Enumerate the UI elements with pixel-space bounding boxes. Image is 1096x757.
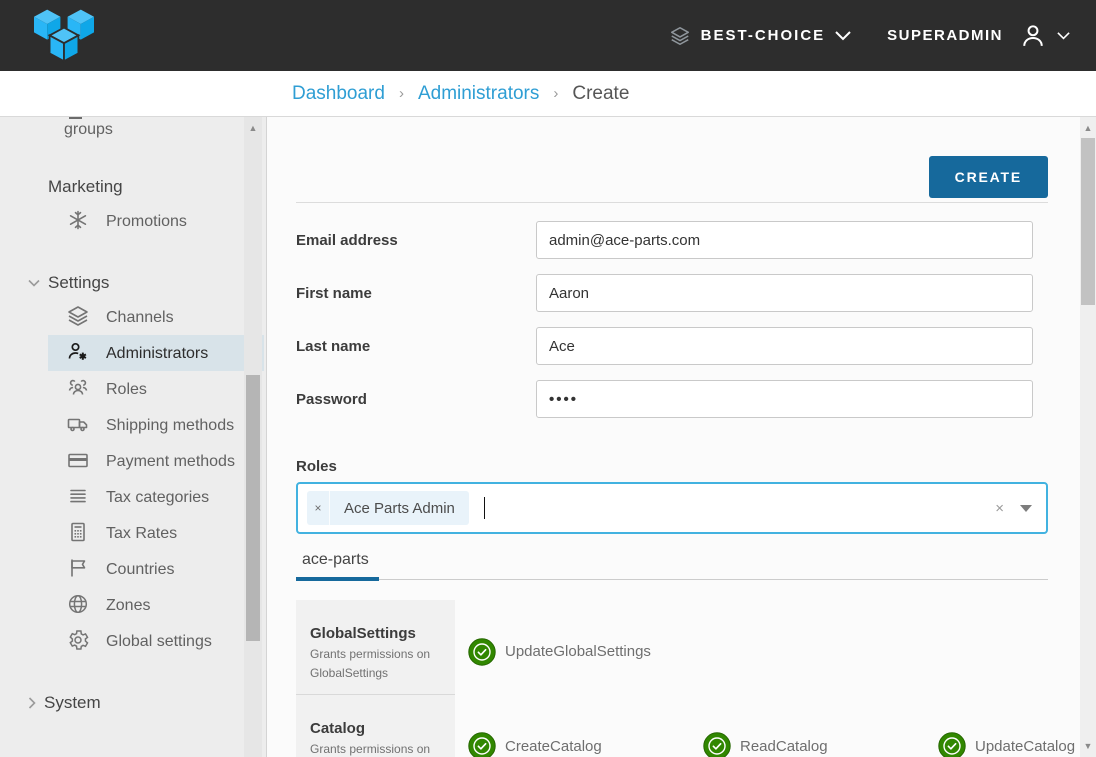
sidebar-item-administrators[interactable]: Administrators [48, 335, 264, 371]
last-name-field[interactable] [536, 327, 1033, 365]
list-icon [66, 484, 90, 508]
breadcrumb-dashboard[interactable]: Dashboard [292, 83, 385, 105]
checked-toggle-icon[interactable] [938, 732, 966, 757]
role-chip: × Ace Parts Admin [307, 491, 469, 525]
sidebar-item-zones[interactable]: Zones [48, 587, 264, 623]
sidebar-section-settings[interactable]: Settings [28, 273, 266, 293]
sidebar-item-tax-categories[interactable]: Tax categories [48, 479, 264, 515]
chevron-down-icon [1057, 32, 1070, 40]
first-name-label: First name [296, 285, 536, 302]
create-button[interactable]: CREATE [929, 156, 1048, 198]
layers-icon [669, 25, 691, 47]
sidebar-item-payment-methods[interactable]: Payment methods [48, 443, 264, 479]
administrator-form: Email address First name Last name Passw… [296, 221, 1048, 418]
sidebar-item-roles[interactable]: Roles [48, 371, 264, 407]
checked-toggle-icon[interactable] [703, 732, 731, 757]
users-icon-clipped [69, 117, 82, 119]
users-icon [66, 376, 90, 400]
roles-multiselect[interactable]: × Ace Parts Admin × [296, 482, 1048, 534]
permission-updatecatalog: UpdateCatalog [938, 723, 1075, 757]
breadcrumb: Dashboard › Administrators › Create [292, 83, 629, 105]
channel-tabs: ace-parts [296, 547, 1048, 580]
top-bar: BEST-CHOICE SUPERADMIN [0, 0, 1096, 71]
chevron-down-icon [28, 279, 40, 287]
clear-selection-icon[interactable]: × [995, 500, 1004, 517]
sidebar-item-global-settings[interactable]: Global settings [48, 623, 264, 659]
sidebar-nav: groups Marketing Promotions Settings Cha… [0, 117, 267, 757]
permission-row-catalog: Catalog Grants permissions on Products, … [296, 695, 1048, 757]
breadcrumb-separator: › [399, 85, 404, 102]
scroll-down-icon[interactable]: ▼ [1080, 741, 1096, 751]
truck-icon [66, 412, 90, 436]
sidebar-scrollbar: ▲ [244, 117, 262, 757]
sidebar-section-marketing[interactable]: Marketing [48, 177, 266, 197]
role-chip-label: Ace Parts Admin [330, 491, 469, 525]
credit-card-icon [66, 448, 90, 472]
tab-ace-parts[interactable]: ace-parts [296, 547, 379, 581]
chip-remove-icon[interactable]: × [307, 491, 330, 525]
breadcrumb-separator: › [553, 85, 558, 102]
permission-group-header: Catalog Grants permissions on Products, … [296, 695, 455, 757]
password-label: Password [296, 391, 536, 408]
last-name-label: Last name [296, 338, 536, 355]
first-name-field[interactable] [536, 274, 1033, 312]
permissions-table: GlobalSettings Grants permissions on Glo… [296, 600, 1048, 757]
user-gear-icon [66, 340, 90, 364]
divider [296, 202, 1048, 203]
channel-label: BEST-CHOICE [701, 27, 826, 44]
gear-icon [66, 628, 90, 652]
permission-readcatalog: ReadCatalog [703, 723, 938, 757]
chevron-down-icon [835, 31, 851, 41]
breadcrumb-current: Create [572, 83, 629, 105]
scroll-up-icon[interactable]: ▲ [244, 123, 262, 133]
roles-label: Roles [296, 458, 1048, 475]
permission-updateglobalsettings: UpdateGlobalSettings [468, 628, 651, 675]
sidebar-section-system[interactable]: System [28, 693, 266, 713]
sidebar-scrollbar-thumb[interactable] [246, 375, 260, 641]
main-content: CREATE Email address First name Last nam… [267, 117, 1096, 757]
user-menu[interactable]: SUPERADMIN [887, 22, 1070, 50]
sidebar-item-promotions[interactable]: Promotions [48, 203, 264, 239]
permission-row-globalsettings: GlobalSettings Grants permissions on Glo… [296, 600, 1048, 695]
dropdown-caret-icon[interactable] [1020, 505, 1032, 512]
sidebar-item-countries[interactable]: Countries [48, 551, 264, 587]
checked-toggle-icon[interactable] [468, 638, 496, 666]
globe-icon [66, 592, 90, 616]
sidebar-item-customer-groups-clipped[interactable]: groups [66, 117, 266, 143]
user-label: SUPERADMIN [887, 27, 1003, 44]
sidebar-item-tax-rates[interactable]: Tax Rates [48, 515, 264, 551]
chevron-right-icon [28, 697, 36, 709]
flag-icon [66, 556, 90, 580]
page-header: Dashboard › Administrators › Create [0, 71, 1096, 117]
permission-group-header: GlobalSettings Grants permissions on Glo… [296, 600, 455, 695]
email-address-field[interactable] [536, 221, 1033, 259]
scroll-up-icon[interactable]: ▲ [1080, 123, 1096, 133]
channel-switcher[interactable]: BEST-CHOICE [669, 25, 852, 47]
main-scrollbar-thumb[interactable] [1081, 138, 1095, 305]
text-cursor [484, 497, 485, 519]
vendure-logo-icon[interactable] [28, 7, 100, 65]
user-icon [1019, 22, 1047, 50]
sidebar-item-channels[interactable]: Channels [48, 299, 264, 335]
main-scrollbar: ▲ ▼ [1080, 117, 1096, 757]
checked-toggle-icon[interactable] [468, 732, 496, 757]
breadcrumb-administrators[interactable]: Administrators [418, 83, 539, 105]
calculator-icon [66, 520, 90, 544]
asterisk-icon [66, 208, 90, 232]
permission-createcatalog: CreateCatalog [468, 723, 703, 757]
password-field[interactable] [536, 380, 1033, 418]
email-address-label: Email address [296, 232, 536, 249]
sidebar-item-shipping-methods[interactable]: Shipping methods [48, 407, 264, 443]
layers-icon [66, 304, 90, 328]
